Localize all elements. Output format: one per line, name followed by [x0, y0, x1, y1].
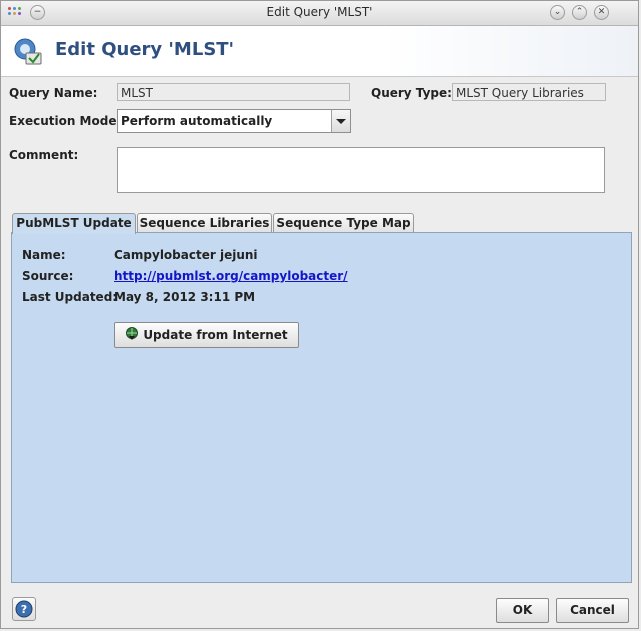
- execution-mode-value: Perform automatically: [121, 114, 273, 128]
- help-button[interactable]: ?: [12, 597, 36, 621]
- svg-text:?: ?: [21, 603, 27, 616]
- query-edit-icon: [14, 38, 42, 65]
- cancel-button[interactable]: Cancel: [556, 598, 629, 623]
- tab-pubmlst-update[interactable]: PubMLST Update: [12, 213, 136, 234]
- query-name-field[interactable]: MLST: [117, 83, 350, 101]
- help-icon: ?: [15, 600, 33, 618]
- minimize-icon[interactable]: ⌄: [550, 5, 565, 20]
- close-icon[interactable]: ✕: [594, 5, 609, 20]
- last-updated-value: May 8, 2012 3:11 PM: [114, 290, 256, 304]
- dialog-header: Edit Query 'MLST': [1, 26, 638, 77]
- query-type-label: Query Type:: [371, 86, 452, 100]
- name-value: Campylobacter jejuni: [114, 248, 258, 262]
- pubmlst-update-panel: Name: Campylobacter jejuni Source: http:…: [11, 232, 632, 583]
- ok-button[interactable]: OK: [496, 598, 549, 623]
- edit-query-dialog: − Edit Query 'MLST' ⌄ ⌃ ✕ Edit Query 'ML…: [0, 0, 639, 629]
- page-title: Edit Query 'MLST': [55, 39, 235, 60]
- execution-mode-label: Execution Mode:: [9, 114, 122, 128]
- last-updated-label: Last Updated:: [22, 290, 118, 304]
- name-label: Name:: [22, 248, 66, 262]
- comment-label: Comment:: [9, 148, 79, 162]
- chevron-down-icon[interactable]: [331, 110, 350, 132]
- source-link[interactable]: http://pubmlst.org/campylobacter/: [114, 269, 348, 283]
- tab-sequence-type-map[interactable]: Sequence Type Map: [273, 213, 414, 233]
- globe-download-icon: [126, 327, 139, 340]
- title-bar[interactable]: − Edit Query 'MLST' ⌄ ⌃ ✕: [1, 1, 638, 26]
- query-name-label: Query Name:: [9, 86, 98, 100]
- execution-mode-select[interactable]: Perform automatically: [117, 109, 351, 133]
- update-from-internet-button[interactable]: Update from Internet: [114, 322, 299, 348]
- tab-sequence-libraries[interactable]: Sequence Libraries: [137, 213, 272, 233]
- update-button-label: Update from Internet: [143, 328, 288, 342]
- query-type-field: MLST Query Libraries: [452, 83, 606, 101]
- window-title: Edit Query 'MLST': [266, 5, 373, 19]
- source-label: Source:: [22, 269, 74, 283]
- maximize-icon[interactable]: ⌃: [572, 5, 587, 20]
- comment-textarea[interactable]: [117, 147, 605, 193]
